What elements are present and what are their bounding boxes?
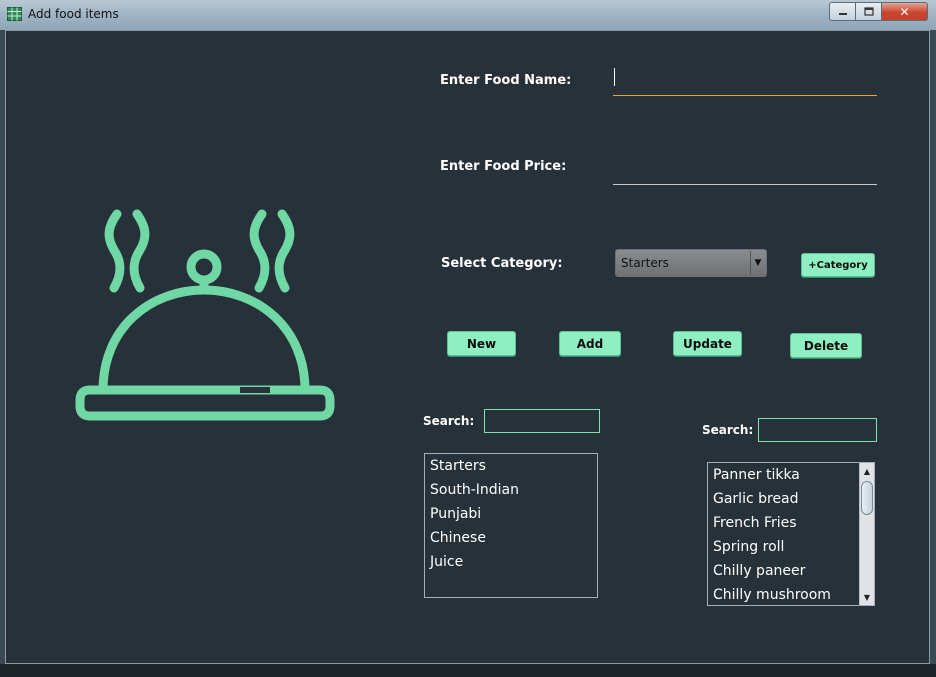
update-button[interactable]: Update bbox=[673, 331, 742, 356]
list-item[interactable]: Spring roll bbox=[708, 535, 874, 559]
close-icon: ✕ bbox=[899, 4, 910, 19]
food-cloche-icon bbox=[75, 209, 335, 421]
maximize-button[interactable] bbox=[856, 2, 882, 21]
list-item[interactable]: Starters bbox=[425, 454, 597, 478]
scroll-down-icon[interactable]: ▼ bbox=[860, 590, 874, 604]
food-price-input[interactable] bbox=[613, 158, 877, 185]
bottom-strip bbox=[0, 664, 936, 677]
add-category-button[interactable]: +Category bbox=[801, 253, 875, 277]
minimize-button[interactable] bbox=[829, 2, 856, 21]
list-items: Panner tikka Garlic bread French Fries Spri… bbox=[708, 463, 874, 605]
list-item[interactable]: Garlic bread bbox=[708, 487, 874, 511]
category-label: Select Category: bbox=[441, 256, 563, 271]
text-caret bbox=[614, 68, 615, 86]
category-search-label: Search: bbox=[423, 414, 475, 428]
delete-button[interactable]: Delete bbox=[790, 333, 862, 358]
list-item[interactable]: Juice bbox=[425, 550, 597, 574]
category-select[interactable]: Starters ▼ bbox=[615, 249, 767, 277]
list-item[interactable]: Chinese bbox=[425, 526, 597, 550]
minimize-icon bbox=[838, 12, 847, 15]
list-items: Starters South-Indian Punjabi Chinese Juice bbox=[425, 454, 597, 574]
list-item[interactable]: South-Indian bbox=[425, 478, 597, 502]
window-title: Add food items bbox=[28, 7, 119, 21]
scroll-thumb[interactable] bbox=[861, 481, 873, 515]
close-button[interactable]: ✕ bbox=[882, 2, 928, 21]
scroll-up-icon[interactable]: ▲ bbox=[860, 464, 874, 478]
list-item[interactable]: Panner tikka bbox=[708, 463, 874, 487]
new-button[interactable]: New bbox=[447, 331, 516, 356]
list-item[interactable]: French Fries bbox=[708, 511, 874, 535]
food-name-input[interactable] bbox=[613, 70, 877, 96]
category-selected-value: Starters bbox=[621, 256, 669, 270]
chevron-down-icon[interactable]: ▼ bbox=[750, 251, 765, 275]
food-search-input[interactable] bbox=[758, 418, 877, 442]
food-list[interactable]: Panner tikka Garlic bread French Fries Spri… bbox=[707, 462, 875, 606]
food-search-label: Search: bbox=[702, 423, 754, 437]
food-list-scrollbar[interactable]: ▲ ▼ bbox=[859, 463, 874, 605]
list-item[interactable]: Chilly mushroom bbox=[708, 583, 874, 605]
list-item[interactable]: Chilly paneer bbox=[708, 559, 874, 583]
maximize-icon bbox=[863, 7, 874, 16]
category-search-input[interactable] bbox=[484, 409, 600, 433]
category-list[interactable]: Starters South-Indian Punjabi Chinese Juice bbox=[424, 453, 598, 598]
food-price-label: Enter Food Price: bbox=[440, 159, 567, 174]
add-button[interactable]: Add bbox=[559, 331, 621, 356]
food-name-label: Enter Food Name: bbox=[440, 73, 572, 88]
list-item[interactable]: Punjabi bbox=[425, 502, 597, 526]
app-table-icon bbox=[7, 7, 22, 21]
window-controls: ✕ bbox=[829, 2, 928, 21]
title-bar: Add food items ✕ bbox=[0, 0, 936, 30]
